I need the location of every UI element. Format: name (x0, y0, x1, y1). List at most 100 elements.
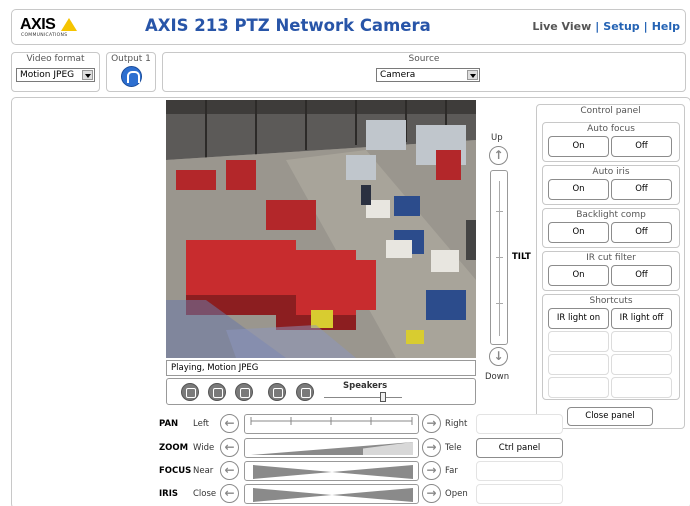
tilt-slider-line (499, 181, 500, 336)
close-panel-button[interactable]: Close panel (567, 407, 653, 426)
auto-focus-off-button[interactable]: Off (611, 136, 672, 157)
pan-left-label: Left (193, 419, 209, 429)
iris-slider[interactable] (244, 484, 419, 504)
ir-cut-filter-title: IR cut filter (586, 253, 636, 263)
video-format-select[interactable]: Motion JPEG (16, 68, 95, 82)
source-group: Source Camera (162, 52, 686, 92)
volume-track[interactable] (324, 397, 402, 398)
shortcuts-section: Shortcuts IR light on IR light off (542, 294, 680, 400)
video-format-value: Motion JPEG (20, 70, 75, 80)
pan-label: PAN (159, 419, 179, 429)
ir-light-off-button[interactable]: IR light off (611, 308, 672, 329)
backlight-comp-title: Backlight comp (576, 210, 646, 220)
source-select[interactable]: Camera (376, 68, 480, 82)
dropdown-arrow-icon[interactable] (467, 70, 478, 80)
ir-light-on-button[interactable]: IR light on (548, 308, 609, 329)
iris-close-arrow-icon[interactable]: ← (220, 484, 239, 503)
zoom-wide-label: Wide (193, 443, 215, 453)
focus-slider-wedge (253, 465, 413, 479)
view-full-size-icon[interactable] (235, 383, 253, 401)
iris-empty-slot (476, 484, 563, 504)
pan-left-arrow-icon[interactable]: ← (220, 414, 239, 433)
header-bar: AXIS COMMUNICATIONS AXIS 213 PTZ Network… (11, 9, 686, 45)
output-group: Output 1 (106, 52, 156, 92)
tilt-up-arrow-icon[interactable]: ↑ (489, 146, 508, 165)
zoom-label: ZOOM (159, 443, 189, 453)
snapshot-icon[interactable] (208, 383, 226, 401)
auto-focus-on-button[interactable]: On (548, 136, 609, 157)
ctrl-panel-button[interactable]: Ctrl panel (476, 438, 563, 458)
auto-focus-title: Auto focus (587, 124, 635, 134)
auto-iris-on-button[interactable]: On (548, 179, 609, 200)
focus-empty-slot (476, 461, 563, 481)
zoom-slider-wedge (251, 442, 413, 455)
logo-triangle-icon (61, 18, 77, 31)
camera-video-stream[interactable] (166, 100, 476, 358)
tilt-up-label: Up (491, 133, 503, 143)
zoom-tele-label: Tele (445, 443, 462, 453)
video-format-group: Video format Motion JPEG (11, 52, 100, 92)
iris-slider-wedge (253, 488, 413, 502)
source-value: Camera (380, 70, 416, 80)
focus-near-label: Near (193, 466, 214, 476)
stop-icon[interactable] (181, 383, 199, 401)
stream-status: Playing, Motion JPEG (166, 360, 476, 376)
tilt-tick (496, 257, 503, 258)
zoom-tele-arrow-icon[interactable]: → (422, 438, 441, 457)
pan-right-label: Right (445, 419, 468, 429)
player-controls: Speakers (166, 378, 476, 405)
tilt-label: TILT (512, 252, 531, 262)
pan-slider[interactable] (244, 414, 419, 434)
source-label: Source (408, 54, 440, 64)
backlight-off-button[interactable]: Off (611, 222, 672, 243)
shortcut-slot-empty (548, 354, 609, 375)
logo-text: AXIS (20, 16, 56, 33)
logo-subtext: COMMUNICATIONS (21, 33, 68, 38)
focus-far-arrow-icon[interactable]: → (422, 461, 441, 480)
dropdown-arrow-icon[interactable] (82, 70, 93, 80)
live-view-link[interactable]: Live View (532, 20, 591, 33)
factory-floor-image (166, 100, 476, 358)
volume-slider-knob[interactable] (380, 392, 386, 402)
shortcut-slot-empty (548, 377, 609, 398)
nav-separator: | (643, 20, 648, 33)
ptz-center-icon[interactable] (268, 383, 286, 401)
backlight-comp-section: Backlight comp On Off (542, 208, 680, 248)
focus-far-label: Far (445, 466, 458, 476)
ir-cut-off-button[interactable]: Off (611, 265, 672, 286)
shortcut-slot-empty (611, 354, 672, 375)
pan-slider-scale (250, 417, 413, 425)
page-title: AXIS 213 PTZ Network Camera (145, 16, 431, 35)
video-format-label: Video format (26, 54, 85, 64)
shortcut-slot-empty (611, 331, 672, 352)
focus-slider[interactable] (244, 461, 419, 481)
tilt-tick (496, 303, 503, 304)
control-panel: Control panel Auto focus On Off Auto iri… (536, 104, 685, 429)
auto-iris-off-button[interactable]: Off (611, 179, 672, 200)
ir-cut-on-button[interactable]: On (548, 265, 609, 286)
focus-near-arrow-icon[interactable]: ← (220, 461, 239, 480)
shortcut-slot-empty (548, 331, 609, 352)
shortcut-slot-empty (611, 377, 672, 398)
output-toggle-button[interactable] (121, 66, 142, 87)
tilt-slider[interactable] (490, 170, 508, 345)
output-label: Output 1 (111, 54, 151, 64)
iris-label: IRIS (159, 489, 178, 499)
auto-focus-section: Auto focus On Off (542, 122, 680, 162)
iris-close-label: Close (193, 489, 217, 499)
tilt-down-arrow-icon[interactable]: ↓ (489, 347, 508, 366)
auto-iris-title: Auto iris (592, 167, 630, 177)
zoom-wide-arrow-icon[interactable]: ← (220, 438, 239, 457)
backlight-on-button[interactable]: On (548, 222, 609, 243)
zoom-slider[interactable] (244, 438, 419, 458)
auto-iris-section: Auto iris On Off (542, 165, 680, 205)
iris-open-arrow-icon[interactable]: → (422, 484, 441, 503)
axis-logo[interactable]: AXIS COMMUNICATIONS (20, 16, 78, 40)
focus-label: FOCUS (159, 466, 192, 476)
help-link[interactable]: Help (652, 20, 680, 33)
tilt-down-label: Down (485, 372, 510, 382)
speaker-icon[interactable] (296, 383, 314, 401)
setup-link[interactable]: Setup (603, 20, 639, 33)
shortcuts-title: Shortcuts (589, 296, 633, 306)
pan-right-arrow-icon[interactable]: → (422, 414, 441, 433)
